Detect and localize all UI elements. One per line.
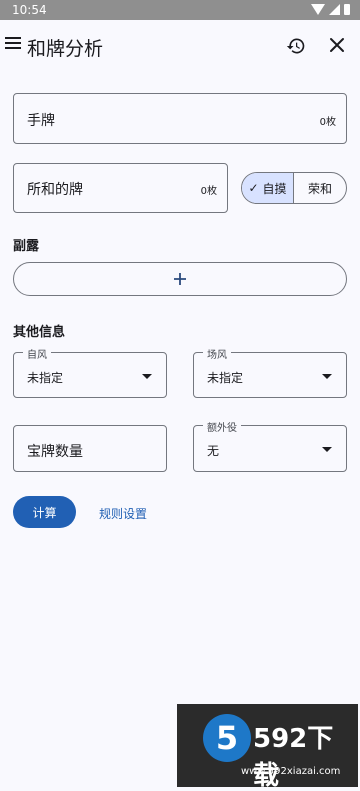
add-meld-button[interactable] <box>13 262 347 296</box>
watermark: 5 592下载 www.592xiazai.com <box>177 704 358 791</box>
signal-icon <box>329 4 340 15</box>
check-icon: ✓ <box>248 181 259 195</box>
dora-count-placeholder: 宝牌数量 <box>27 444 83 460</box>
chevron-down-icon <box>142 374 152 379</box>
winning-tile-field[interactable]: 所和的牌 0枚 <box>13 163 228 213</box>
plus-icon <box>174 273 186 285</box>
history-icon[interactable] <box>286 36 306 56</box>
extra-yaku-value: 无 <box>207 444 220 458</box>
extra-yaku-label: 额外役 <box>203 419 241 434</box>
round-wind-dropdown[interactable]: 场风 未指定 <box>193 346 347 398</box>
calculate-button[interactable]: 计算 <box>13 496 76 528</box>
extra-yaku-dropdown[interactable]: 额外役 无 <box>193 419 347 472</box>
winning-tile-label: 所和的牌 <box>27 182 83 198</box>
other-info-title: 其他信息 <box>13 325 66 340</box>
win-type-toggle: ✓ 自摸 荣和 <box>241 172 347 204</box>
dora-count-input[interactable]: 宝牌数量 <box>13 425 167 472</box>
hand-label: 手牌 <box>27 113 55 129</box>
seat-wind-label: 自风 <box>23 346 51 361</box>
status-bar: 10:54 <box>0 0 360 20</box>
seat-wind-dropdown[interactable]: 自风 未指定 <box>13 346 167 398</box>
watermark-logo: 5 <box>203 714 251 762</box>
hand-count: 0枚 <box>319 117 336 128</box>
status-time: 10:54 <box>12 3 47 17</box>
chevron-down-icon <box>322 374 332 379</box>
meld-section-title: 副露 <box>13 239 40 254</box>
page-title: 和牌分析 <box>27 38 104 60</box>
watermark-brand: 592下载 <box>253 724 334 791</box>
watermark-url: www.592xiazai.com <box>241 766 341 777</box>
menu-icon[interactable] <box>5 37 21 51</box>
round-wind-label: 场风 <box>203 346 231 361</box>
ron-segment[interactable]: 荣和 <box>294 173 346 203</box>
round-wind-value: 未指定 <box>207 371 244 385</box>
close-icon[interactable] <box>328 36 346 54</box>
tsumo-label: 自摸 <box>262 181 287 196</box>
battery-icon <box>344 4 350 15</box>
app-bar: 和牌分析 <box>0 20 360 74</box>
rules-settings-link[interactable]: 规则设置 <box>99 505 147 522</box>
chevron-down-icon <box>322 447 332 452</box>
winning-tile-count: 0枚 <box>200 186 217 197</box>
ron-label: 荣和 <box>307 181 332 196</box>
wifi-icon <box>311 4 325 15</box>
hand-field[interactable]: 手牌 0枚 <box>13 93 347 144</box>
tsumo-segment[interactable]: ✓ 自摸 <box>242 173 294 203</box>
seat-wind-value: 未指定 <box>27 371 64 385</box>
